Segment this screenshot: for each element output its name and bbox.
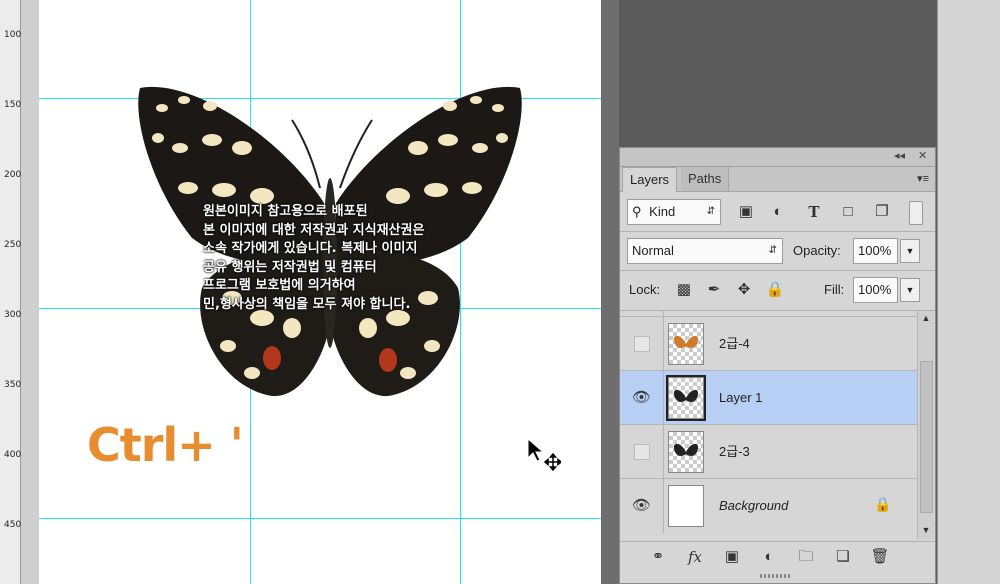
copyright-overlay-text: 원본이미지 참고용으로 배포된 본 이미지에 대한 저작권과 지식재산권은 소속… — [203, 203, 503, 314]
chevron-updown-icon: ⇵ — [706, 206, 715, 217]
chevron-updown-icon: ⇵ — [768, 245, 777, 256]
scroll-up-arrow-icon[interactable]: ▲ — [918, 313, 934, 323]
panel-resize-grip[interactable] — [760, 574, 790, 578]
layer-style-fx-icon[interactable]: fx — [684, 548, 706, 566]
filter-row: ⚲ Kind ⇵ ▣ ◐ T □ ❐ — [620, 192, 935, 232]
butterfly-thumb-icon — [673, 389, 699, 402]
layers-panel: ◂◂ ✕ Layers Paths ▾≡ ⚲ Kind ⇵ ▣ ◐ T □ ❐ … — [619, 147, 936, 584]
ruler-label: 250 — [4, 240, 22, 250]
overlay-line: 민,형사상의 책임을 모두 져야 합니다. — [203, 296, 411, 312]
delete-layer-trash-icon[interactable]: 🗑 — [869, 548, 891, 566]
adjustment-layer-icon[interactable]: ◐ — [758, 548, 780, 566]
lock-icon: 🔒 — [874, 496, 892, 512]
layer-thumbnail[interactable] — [668, 485, 704, 527]
layer-name[interactable]: 2급-4 — [719, 317, 750, 371]
hidden-eye-box — [634, 336, 650, 352]
move-cursor-icon — [527, 438, 561, 472]
opacity-input[interactable]: 100% — [853, 238, 898, 264]
type-layer-filter-icon[interactable]: T — [804, 202, 824, 222]
kind-filter-value: Kind — [649, 204, 676, 219]
lock-label: Lock: — [629, 282, 661, 297]
scroll-down-arrow-icon[interactable]: ▼ — [918, 525, 934, 535]
overlay-line: 소속 작가에게 있습니다. 복제나 이미지 — [203, 241, 418, 256]
tab-paths[interactable]: Paths — [681, 167, 730, 191]
right-dock-area — [937, 0, 1000, 584]
layer-name[interactable]: Background — [719, 479, 788, 533]
overlay-line: 원본이미지 참고용으로 배포된 — [203, 204, 368, 219]
visibility-toggle[interactable]: 👁 — [620, 479, 664, 533]
filter-toggle-switch[interactable] — [909, 201, 923, 225]
blend-mode-select[interactable]: Normal ⇵ — [627, 238, 783, 264]
document-canvas[interactable]: 원본이미지 참고용으로 배포된 본 이미지에 대한 저작권과 지식재산권은 소속… — [39, 0, 601, 584]
add-mask-icon[interactable]: ▣ — [721, 548, 743, 566]
kind-filter-select[interactable]: ⚲ Kind ⇵ — [627, 199, 721, 225]
hidden-eye-box — [634, 444, 650, 460]
pixel-layer-filter-icon[interactable]: ▣ — [736, 202, 756, 222]
scrollbar-thumb[interactable] — [920, 361, 933, 513]
blend-mode-value: Normal — [632, 243, 674, 258]
visibility-toggle[interactable] — [620, 317, 664, 371]
ruler-label: 300 — [4, 310, 22, 320]
layer-thumbnail[interactable] — [666, 375, 706, 421]
search-icon: ⚲ — [632, 204, 642, 219]
lock-row: Lock: ▩ ✒ ✥ 🔒 Fill: 100% ▼ — [620, 271, 935, 311]
ruler-label: 100 — [4, 30, 22, 40]
fill-input[interactable]: 100% — [853, 277, 898, 303]
tab-layers[interactable]: Layers — [622, 167, 678, 192]
overlay-line: 공유 행위는 저작권법 및 컴퓨터 — [203, 259, 377, 275]
layer-row-selected[interactable]: 👁 Layer 1 — [620, 371, 917, 425]
ruler-label: 200 — [4, 170, 22, 180]
visibility-toggle[interactable] — [620, 425, 664, 479]
layer-thumbnail[interactable] — [668, 431, 704, 473]
layers-list: 2급-4 👁 Layer 1 2급-3 👁 Background 🔒 — [620, 311, 917, 539]
canvas-pasteboard-left — [21, 0, 39, 584]
layers-scrollbar[interactable]: ▲ ▼ — [917, 311, 934, 539]
link-layers-icon[interactable]: ⚭ — [647, 548, 669, 566]
layer-name[interactable]: Layer 1 — [719, 371, 762, 425]
new-group-folder-icon[interactable]: 🗀 — [795, 548, 817, 566]
shape-layer-filter-icon[interactable]: □ — [838, 202, 858, 222]
butterfly-thumb-icon — [673, 443, 699, 456]
eye-icon: 👁 — [631, 389, 652, 406]
visibility-toggle[interactable]: 👁 — [620, 371, 664, 425]
smart-object-filter-icon[interactable]: ❐ — [872, 202, 892, 222]
close-panel-button[interactable]: ✕ — [918, 149, 927, 164]
layer-row[interactable]: 2급-4 — [620, 317, 917, 371]
overlay-line: 본 이미지에 대한 저작권과 지식재산권은 — [203, 222, 425, 238]
overlay-line: 프로그램 보호법에 의거하여 — [203, 278, 356, 293]
vertical-ruler[interactable]: 100 150 200 250 300 350 400 450 — [0, 0, 21, 584]
panel-bottom-toolbar: ⚭ fx ▣ ◐ 🗀 ❏ 🗑 — [620, 541, 935, 572]
fill-dropdown-button[interactable]: ▼ — [900, 278, 920, 302]
shortcut-caption: Ctrl+ ' — [87, 418, 244, 472]
panel-tabs: Layers Paths ▾≡ — [620, 167, 935, 192]
guide-line[interactable] — [39, 518, 601, 519]
layer-row-background[interactable]: 👁 Background 🔒 — [620, 479, 917, 533]
collapse-panel-button[interactable]: ◂◂ — [894, 149, 905, 164]
eye-icon: 👁 — [631, 497, 652, 514]
ruler-label: 400 — [4, 450, 22, 460]
layer-name[interactable]: 2급-3 — [719, 425, 750, 479]
blend-row: Normal ⇵ Opacity: 100% ▼ — [620, 232, 935, 271]
lock-transparent-pixels-icon[interactable]: ▩ — [674, 280, 694, 300]
lock-all-icon[interactable]: 🔒 — [765, 280, 785, 300]
lock-position-icon[interactable]: ✥ — [734, 280, 754, 300]
butterfly-thumb-icon — [673, 335, 699, 348]
opacity-label: Opacity: — [793, 243, 841, 258]
layer-thumbnail[interactable] — [668, 323, 704, 365]
ruler-label: 450 — [4, 520, 22, 530]
fill-label: Fill: — [824, 282, 845, 297]
adjustment-layer-filter-icon[interactable]: ◐ — [768, 202, 788, 222]
lock-image-pixels-icon[interactable]: ✒ — [704, 280, 724, 300]
new-layer-icon[interactable]: ❏ — [832, 548, 854, 566]
panel-menu-icon[interactable]: ▾≡ — [917, 172, 929, 186]
layer-row[interactable]: 2급-3 — [620, 425, 917, 479]
ruler-label: 350 — [4, 380, 22, 390]
canvas-pasteboard-right — [601, 0, 619, 584]
opacity-dropdown-button[interactable]: ▼ — [900, 239, 920, 263]
panel-title-bar[interactable]: ◂◂ ✕ — [620, 148, 935, 167]
ruler-label: 150 — [4, 100, 22, 110]
